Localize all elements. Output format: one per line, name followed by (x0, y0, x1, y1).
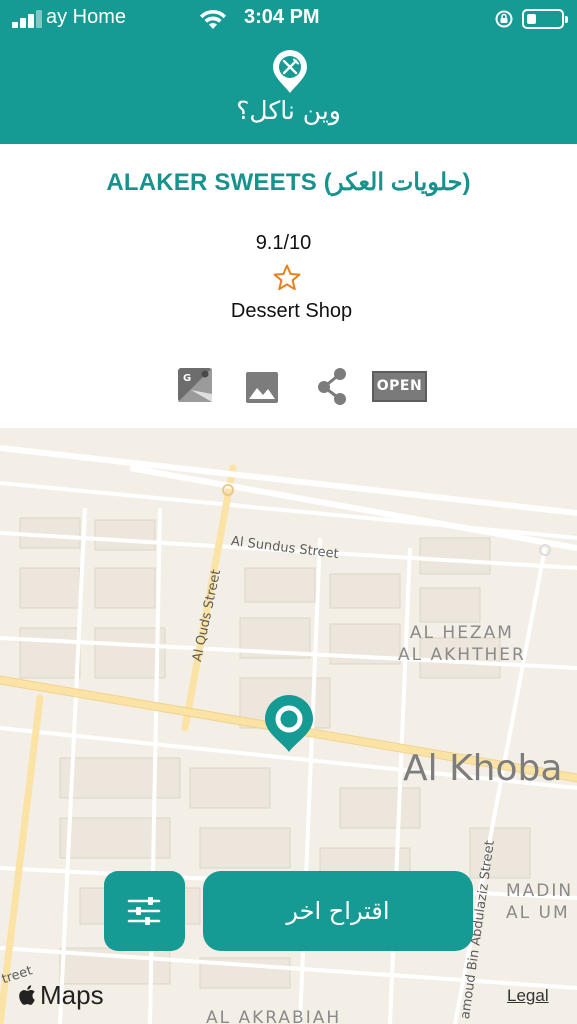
restaurant-name: ALAKER SWEETS (حلويات العكر) (106, 169, 471, 196)
legal-link[interactable]: Legal (507, 986, 549, 1006)
cellular-signal-icon (12, 10, 46, 28)
clock: 3:04 PM (244, 6, 320, 28)
category-label: Dessert Shop (230, 300, 353, 322)
district-label-hezam: AL HEZAM AL AKHTHER (398, 622, 526, 666)
maps-label: Maps (40, 980, 104, 1010)
battery-icon (522, 9, 568, 29)
city-label: Al Khoba (403, 748, 563, 789)
filter-button[interactable] (104, 871, 185, 951)
svg-text:G: G (183, 373, 191, 384)
app-title: وين ناكل؟ (236, 96, 341, 125)
district-madin-line2: AL UM (506, 903, 570, 923)
status-bar: ay Home 3:04 PM (0, 0, 577, 40)
google-maps-icon[interactable]: G (177, 366, 213, 406)
orientation-lock-icon (495, 10, 513, 28)
share-icon[interactable] (313, 366, 351, 406)
district-label-madin: MADIN AL UM (506, 880, 573, 924)
food-location-logo-icon (273, 50, 307, 93)
open-status-badge[interactable]: OPEN (372, 371, 427, 402)
wifi-icon (200, 9, 226, 29)
sliders-icon (127, 897, 161, 925)
rating-value: 9.1/10 (255, 232, 312, 254)
star-icon (273, 264, 301, 291)
suggest-another-button[interactable]: اقتراح اخر (203, 871, 473, 951)
carrier-label: ay Home (46, 6, 127, 28)
district-label-akrabiah: AL AKRABIAH (206, 1008, 342, 1024)
district-hezam-line1: AL HEZAM (409, 623, 514, 643)
district-hezam-line2: AL AKHTHER (398, 645, 526, 665)
apple-maps-attribution: Maps (18, 980, 104, 1010)
photo-icon[interactable] (244, 366, 280, 406)
district-madin-line1: MADIN (506, 881, 574, 901)
apple-logo-icon (19, 985, 35, 1005)
location-pin-icon[interactable] (263, 695, 315, 753)
app-header: ay Home 3:04 PM وين ناكل؟ (0, 0, 577, 144)
